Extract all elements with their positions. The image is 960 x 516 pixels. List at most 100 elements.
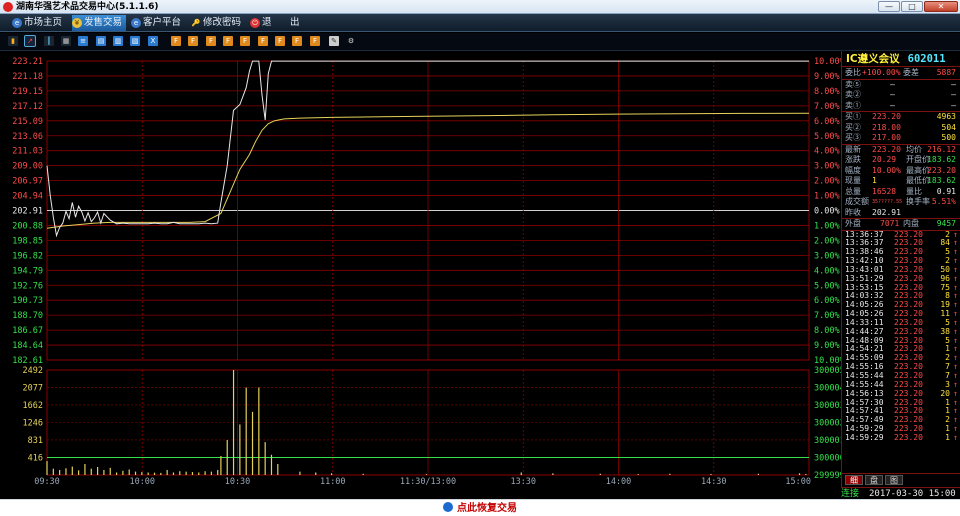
export-icon[interactable]: X: [148, 36, 158, 46]
draw-icon[interactable]: ✎: [329, 36, 339, 46]
up-arrow-icon: ↑: [953, 432, 958, 442]
quote-label: 均价: [906, 144, 922, 154]
tab-chart[interactable]: 图: [885, 475, 903, 485]
quote-label: 成交额: [845, 197, 869, 206]
bid-row: 买③ 217.00 500: [842, 133, 960, 144]
f6-icon[interactable]: F: [258, 36, 268, 46]
settings-icon[interactable]: ⚙: [346, 36, 356, 46]
volume-right-tick-label: 300000: [814, 454, 841, 464]
f1-icon[interactable]: F: [171, 36, 181, 46]
percent-tick-label: 6.00%: [814, 296, 840, 306]
price-tick-label: 206.97: [12, 177, 43, 187]
ratio-label: 委比: [845, 68, 861, 77]
maximize-button[interactable]: □: [901, 1, 923, 12]
f9-icon[interactable]: F: [310, 36, 320, 46]
info-icon[interactable]: ▧: [130, 36, 140, 46]
outer-label: 外盘: [845, 219, 861, 228]
line-chart-icon[interactable]: ↗: [24, 35, 36, 47]
volume-tick-label: 416: [28, 453, 43, 463]
list-icon[interactable]: ≡: [78, 36, 88, 46]
price-tick-label: 194.79: [12, 266, 43, 276]
nav-trading[interactable]: ¥ 发售交易: [72, 15, 127, 31]
nav-label: 发售交易: [84, 17, 123, 28]
main-nav: e 市场主页 ¥ 发售交易 e 客户平台 🔑 修改密码 ⏻ 退 出: [0, 14, 960, 32]
bid-qty: 504: [941, 122, 956, 132]
nav-client-platform[interactable]: e 客户平台: [131, 15, 181, 31]
time-tick-label: 09:30: [34, 477, 60, 487]
ask-label: 卖②: [845, 90, 861, 99]
nav-market-home[interactable]: e 市场主页: [12, 15, 62, 31]
resume-trading-link[interactable]: 点此恢复交易: [0, 499, 960, 516]
price-tick-label: 213.06: [12, 132, 43, 142]
quote-value: 223.20: [927, 165, 956, 175]
quote-value: 183.62: [927, 176, 956, 185]
volume-tick-label: 831: [28, 436, 43, 446]
quote-value: 0.91: [936, 186, 956, 196]
bar-chart-icon[interactable]: ▮: [8, 36, 18, 46]
intraday-chart[interactable]: 223.21 10.00% 221.18 9.00% 219.15 8.00% 217.12…: [0, 51, 841, 499]
price-tick-label: 186.67: [12, 326, 43, 336]
time-tick-label: 14:00: [606, 477, 632, 487]
f4-icon[interactable]: F: [223, 36, 233, 46]
bid-row: 买① 223.20 4963: [842, 112, 960, 123]
volume-right-tick-label: 300001: [814, 436, 841, 446]
nav-logout-2[interactable]: 出: [278, 15, 300, 31]
history-icon[interactable]: ▥: [113, 36, 123, 46]
f3-icon[interactable]: F: [206, 36, 216, 46]
price-tick-label: 196.82: [12, 251, 43, 261]
time-tick-label: 11:00: [320, 477, 346, 487]
percent-tick-label: 0.00%: [814, 207, 840, 217]
percent-tick-label: 2.00%: [814, 236, 840, 246]
price-tick-label: 219.15: [12, 87, 43, 97]
nav-logout[interactable]: ⏻ 退: [250, 15, 272, 31]
quote-value: 10.00%: [872, 165, 901, 175]
price-tick-label: 184.64: [12, 341, 43, 351]
tab-orderbook[interactable]: 盘: [865, 475, 883, 485]
tick-volume: 1: [945, 432, 950, 442]
tick-list[interactable]: 13:36:37 223.20 2 ↑ 13:36:37 223.20 84 ↑ 13:38:4…: [842, 230, 960, 443]
percent-tick-label: 1.00%: [814, 192, 840, 202]
minimize-button[interactable]: —: [878, 1, 900, 12]
time-tick-label: 14:30: [701, 477, 727, 487]
f2-icon[interactable]: F: [188, 36, 198, 46]
price-tick-label: 188.70: [12, 311, 43, 321]
nav-label: 客户平台: [143, 17, 182, 28]
percent-tick-label: 1.00%: [814, 221, 840, 231]
volume-right-tick-label: 300003: [814, 401, 841, 411]
quote-value: 16528: [872, 186, 897, 196]
quote-row: 幅度 10.00% 最高价 223.20: [842, 166, 960, 177]
nav-change-password[interactable]: 🔑 修改密码: [191, 15, 241, 31]
volume-right-tick-label: 300005: [814, 366, 841, 376]
ask-row: 卖② — —: [842, 90, 960, 101]
percent-tick-label: 8.00%: [814, 87, 840, 97]
f8-icon[interactable]: F: [292, 36, 302, 46]
ask-row: 卖① — —: [842, 101, 960, 112]
diff-label: 委差: [903, 68, 919, 77]
ask-price: —: [890, 90, 895, 99]
volume-tick-label: 2492: [23, 366, 43, 376]
f5-icon[interactable]: F: [240, 36, 250, 46]
ask-qty: —: [951, 90, 956, 99]
percent-tick-label: 10.00%: [814, 57, 841, 67]
calendar-icon[interactable]: ▦: [61, 36, 71, 46]
f7-icon[interactable]: F: [275, 36, 285, 46]
percent-tick-label: 9.00%: [814, 341, 840, 351]
volume-tick-label: 1662: [23, 401, 43, 411]
price-tick-label: 198.85: [12, 236, 43, 246]
kline-icon[interactable]: ┃: [44, 36, 54, 46]
percent-tick-label: 5.00%: [814, 281, 840, 291]
quote-label: 涨跌: [845, 155, 861, 164]
sort-icon[interactable]: ▤: [96, 36, 106, 46]
ie-icon: e: [12, 18, 22, 28]
quote-row: 现量 1 最低价 183.62: [842, 176, 960, 187]
nav-label: 出: [290, 17, 300, 28]
volume-tick-label: 2077: [23, 383, 43, 393]
volume-right-tick-label: 300002: [814, 419, 841, 429]
price-tick-label: 202.91: [12, 207, 43, 217]
tab-detail[interactable]: 细: [845, 475, 863, 485]
close-button[interactable]: ✕: [924, 1, 958, 12]
price-tick-label: 200.88: [12, 221, 43, 231]
quote-label: 现量: [845, 176, 861, 185]
ask-qty: —: [951, 100, 956, 110]
price-tick-label: 217.12: [12, 102, 43, 112]
